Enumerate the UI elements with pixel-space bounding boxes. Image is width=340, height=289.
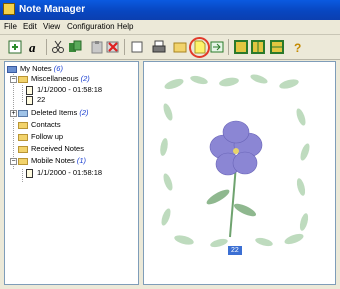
toolbar: a ?	[0, 35, 340, 60]
text-icon[interactable]: a	[27, 40, 41, 54]
cut-icon[interactable]	[51, 40, 65, 54]
open-icon[interactable]	[173, 40, 187, 54]
svg-text:a: a	[29, 40, 36, 54]
tree-item-follow-up[interactable]: Follow up	[18, 132, 63, 142]
folder-icon	[18, 121, 28, 129]
recycle-icon	[18, 109, 28, 117]
note-icon	[26, 95, 33, 105]
layout1-icon[interactable]	[234, 40, 248, 54]
toolbar-separator	[46, 39, 47, 55]
tree-item-count: (2)	[79, 108, 89, 117]
tree-item-contacts[interactable]: Contacts	[18, 120, 61, 130]
blank-icon[interactable]	[130, 40, 144, 54]
new-icon[interactable]	[8, 40, 22, 54]
note-preview-pane[interactable]: 22	[143, 61, 336, 285]
tree-item-deleted-items[interactable]: Deleted Items (2)	[18, 108, 89, 118]
menu-file[interactable]: File	[4, 22, 17, 31]
window-title: Note Manager	[19, 4, 86, 15]
menu-edit[interactable]: Edit	[23, 22, 37, 31]
folder-icon	[18, 133, 28, 141]
toolbar-separator	[228, 39, 229, 55]
tree-item-label: 1/1/2000 - 01:58:18	[37, 85, 103, 94]
collapse-icon[interactable]: −	[10, 76, 17, 83]
tree-item-miscellaneous[interactable]: Miscellaneous (2)	[18, 74, 90, 84]
copy-icon[interactable]	[68, 40, 82, 54]
tree-item-label: Miscellaneous	[31, 74, 79, 83]
note-page-label: 22	[228, 246, 242, 255]
notes-root-icon	[7, 65, 17, 73]
tree-item-received-notes[interactable]: Received Notes	[18, 144, 84, 154]
delete-icon[interactable]	[106, 40, 120, 54]
note-icon	[26, 85, 33, 95]
collapse-icon[interactable]: −	[10, 158, 17, 165]
tree-item-count: (2)	[80, 74, 90, 83]
tree-item-my-notes[interactable]: My Notes (6)	[7, 64, 63, 74]
svg-text:?: ?	[294, 41, 301, 54]
tree-item-count: (6)	[53, 64, 63, 73]
paste-icon[interactable]	[90, 40, 104, 54]
tree-item-label: Follow up	[31, 132, 64, 141]
folder-icon	[18, 157, 28, 165]
tree-item-note[interactable]: 1/1/2000 - 01:58:18	[26, 168, 102, 178]
title-bar: Note Manager	[0, 0, 340, 20]
tree-item-label: 22	[37, 95, 46, 104]
tree-item-label: Received Notes	[31, 144, 84, 153]
send-icon[interactable]	[210, 40, 224, 54]
expand-icon[interactable]: +	[10, 110, 17, 117]
folder-icon	[18, 145, 28, 153]
help-icon[interactable]: ?	[291, 40, 305, 54]
layout2-icon[interactable]	[251, 40, 265, 54]
tree-line	[13, 74, 14, 169]
tree-item-label: My Notes	[20, 64, 52, 73]
print-icon[interactable]	[152, 40, 166, 54]
toolbar-separator	[124, 39, 125, 55]
tree-line	[22, 85, 23, 102]
tree-item-note[interactable]: 1/1/2000 - 01:58:18	[26, 85, 102, 95]
note-icon	[26, 168, 33, 178]
layout3-icon[interactable]	[270, 40, 284, 54]
menu-help[interactable]: Help	[117, 22, 133, 31]
tree-item-label: 1/1/2000 - 01:58:18	[37, 168, 103, 177]
tree-line	[22, 169, 23, 182]
folder-icon	[18, 75, 28, 83]
tree-item-note[interactable]: 22	[26, 95, 45, 105]
tree-item-label: Contacts	[31, 120, 61, 129]
menu-view[interactable]: View	[43, 22, 60, 31]
tree-item-count: (1)	[76, 156, 87, 165]
menu-bar: File Edit View Configuration Help	[0, 20, 340, 35]
highlight-circle	[189, 37, 210, 58]
tree-item-mobile-notes[interactable]: Mobile Notes (1)	[18, 156, 86, 166]
folder-tree[interactable]: My Notes (6) − Miscellaneous (2) 1/1/200…	[4, 61, 139, 285]
menu-configuration[interactable]: Configuration	[67, 22, 115, 31]
tree-item-label: Deleted Items	[31, 108, 78, 117]
app-icon	[3, 3, 15, 15]
tree-item-label: Mobile Notes	[31, 156, 75, 165]
